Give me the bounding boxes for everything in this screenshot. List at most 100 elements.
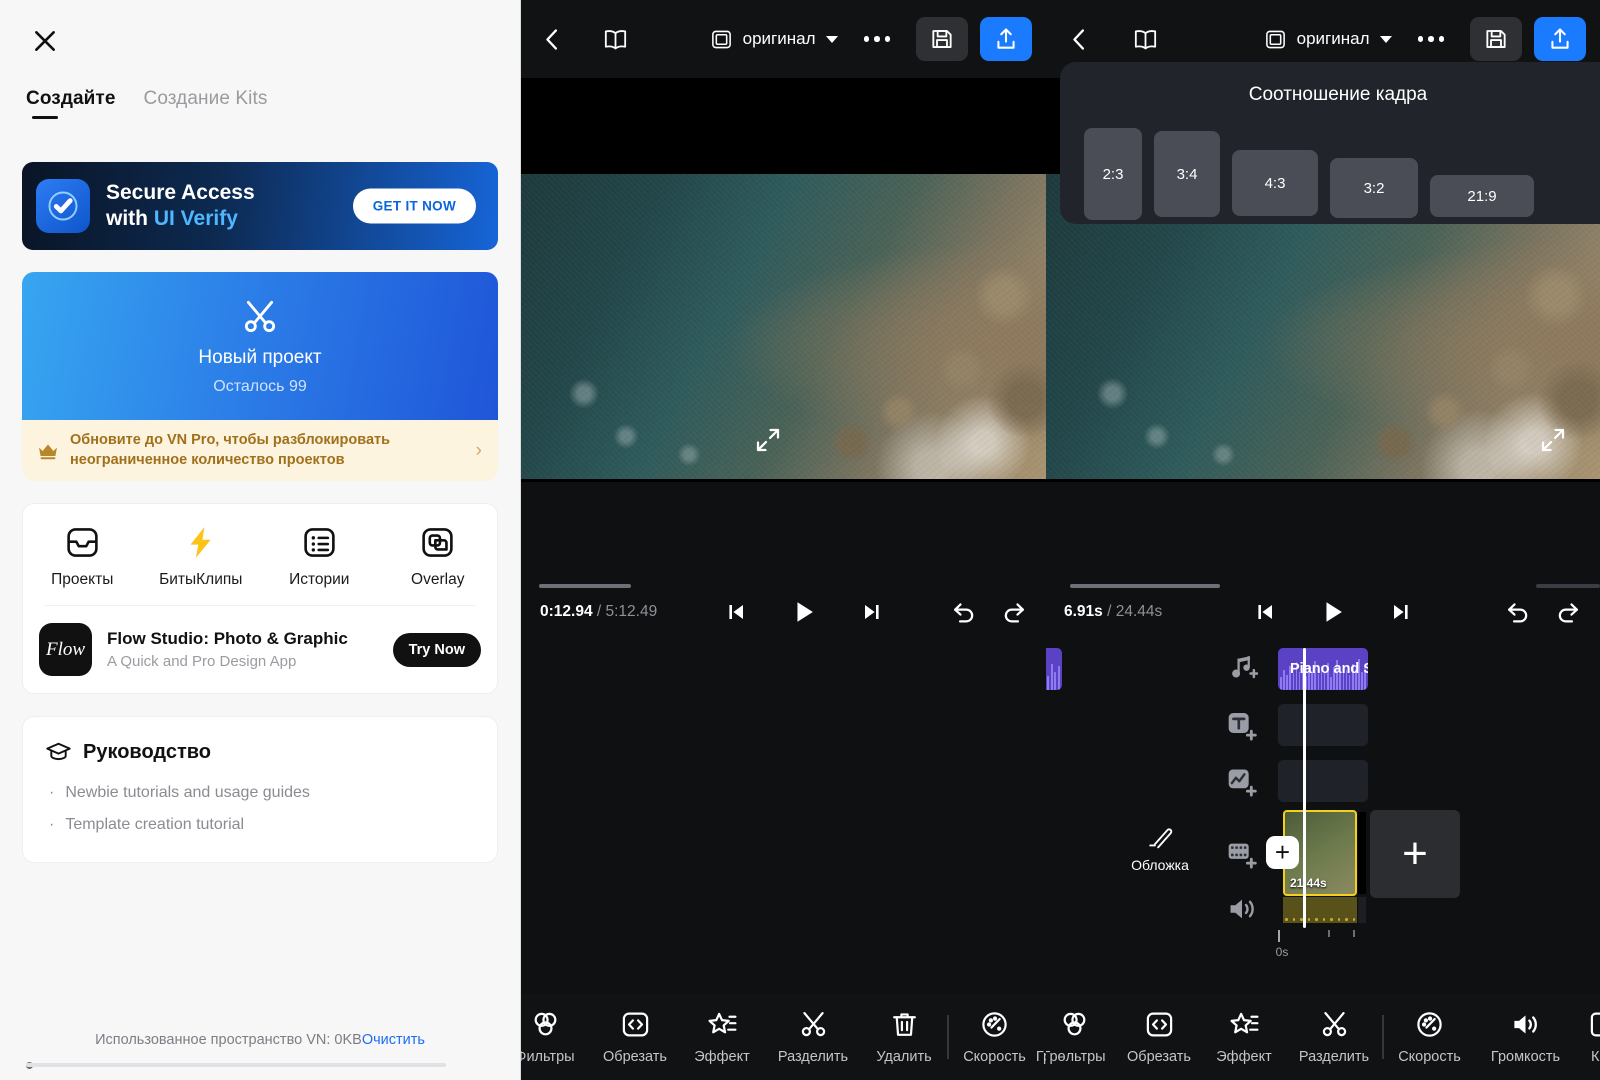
tool-crop[interactable]: Обрезать [591,1009,679,1065]
tab-create-kits[interactable]: Создание Kits [144,88,268,119]
aspect-option-3-4[interactable]: 3:4 [1154,131,1220,217]
clear-cache-link[interactable]: Очистить [362,1032,425,1048]
add-sticker-icon [1228,769,1257,797]
promo-banner[interactable]: Secure Access with UI Verify GET IT NOW [22,162,498,250]
playhead[interactable] [1303,648,1306,928]
promo-line-1: Secure Access [106,180,255,204]
audio-clip-name: Piano and S [1290,661,1368,677]
audio-clip-overflow[interactable] [1046,648,1062,690]
tool-split[interactable]: Разделить [1286,1009,1382,1065]
quick-action-projects[interactable]: Проекты [23,524,142,589]
expand-preview-button[interactable] [1538,425,1568,460]
undo-button[interactable] [1504,598,1532,626]
storage-used-text: Использованное пространство VN: 0KB [95,1032,362,1048]
tool-split[interactable]: Разделить [765,1009,861,1065]
tutorial-button[interactable] [1112,26,1178,53]
audio-clip[interactable]: Piano and S [1278,648,1368,690]
aspect-ratio-selector[interactable]: оригинал [1264,28,1392,51]
add-video-button[interactable] [1222,834,1262,872]
tool-effect[interactable]: Эффект [1202,1009,1286,1065]
tool-speed[interactable]: Скорость [1384,1009,1476,1065]
aspect-option-2-3[interactable]: 2:3 [1084,128,1142,220]
clip-gap [1358,812,1366,894]
timeline-ruler[interactable]: 0s [1276,930,1388,960]
undo-button[interactable] [950,598,978,626]
redo-button[interactable] [1554,598,1582,626]
tool-volume[interactable]: Громкость [1476,1009,1576,1065]
export-button[interactable] [1534,17,1586,61]
tool-filters[interactable]: Грөльтры [1046,1009,1116,1065]
tool-effect[interactable]: Эффект [679,1009,765,1065]
back-button[interactable] [1046,26,1112,53]
video-preview[interactable] [521,78,1046,482]
frame-icon [711,30,731,48]
tutorial-button[interactable] [583,26,647,53]
aspect-ratio-options: 2:3 3:4 4:3 3:2 21:9 [1060,128,1600,220]
insert-clip-left-button[interactable]: + [1266,836,1299,869]
quick-action-stories[interactable]: Истории [260,524,379,589]
skip-next-button[interactable] [1389,600,1413,624]
skip-next-icon [864,605,879,619]
add-music-button[interactable] [1222,650,1262,688]
close-icon [35,31,55,51]
save-button[interactable] [1470,17,1522,61]
home-indicator-bar [26,1063,446,1067]
redo-button[interactable] [1000,598,1028,626]
timeline-scroll-indicator[interactable] [1070,584,1220,588]
flow-studio-text: Flow Studio: Photo & Graphic A Quick and… [107,629,378,670]
export-upload-icon [1551,28,1569,49]
crop-icon [622,1012,648,1037]
tool-filters[interactable]: Фильтры [521,1009,591,1065]
guide-item[interactable]: · Template creation tutorial [45,816,475,834]
more-options-button[interactable] [863,36,890,42]
quick-action-overlay[interactable]: Overlay [379,524,498,589]
aspect-option-3-2[interactable]: 3:2 [1330,158,1418,218]
expand-preview-button[interactable] [753,425,783,460]
tool-effect-label: Эффект [694,1049,750,1065]
subtitle-track-placeholder[interactable] [1278,704,1368,746]
add-sticker-button[interactable] [1222,762,1262,800]
guide-header: Руководство [45,739,475,766]
tool-speed[interactable]: Скорость [949,1009,1041,1065]
split-scissors-icon [801,1012,825,1037]
new-project-button[interactable]: Новый проект Осталось 99 [22,272,498,420]
export-button[interactable] [980,17,1032,61]
aspect-ratio-selector[interactable]: оригинал [710,28,838,51]
flow-studio-try-button[interactable]: Try Now [392,632,481,667]
tool-delete[interactable]: Удалить [861,1009,947,1065]
vn-pro-upgrade-row[interactable]: Обновите до VN Pro, чтобы разблокировать… [22,420,498,482]
skip-previous-button[interactable] [1253,600,1277,624]
flow-studio-ad[interactable]: Flow Flow Studio: Photo & Graphic A Quic… [23,606,497,693]
quick-action-beatclips[interactable]: БитыКлипы [142,524,261,589]
tool-frame[interactable]: Кад [1576,1009,1600,1065]
cover-button[interactable]: Обложка [1116,824,1204,873]
play-button[interactable] [1319,598,1347,626]
chevron-down-icon [1379,35,1392,43]
timeline-scroll-indicator[interactable] [539,584,631,588]
tool-crop[interactable]: Обрезать [1116,1009,1202,1065]
tool-split-label: Разделить [777,1049,849,1065]
aspect-option-21-9[interactable]: 21:9 [1430,175,1534,217]
close-button[interactable] [26,22,64,60]
add-clip-button[interactable]: + [1370,810,1460,898]
more-options-button[interactable] [1417,36,1444,42]
aspect-option-4-3[interactable]: 4:3 [1232,150,1318,216]
track-volume-button[interactable] [1222,890,1262,928]
save-button[interactable] [916,17,968,61]
undo-icon [954,603,974,623]
lightning-icon [190,527,211,559]
add-video-icon [1228,843,1257,869]
add-text-button[interactable] [1222,706,1262,744]
play-button[interactable] [790,598,818,626]
sticker-track-placeholder[interactable] [1278,760,1368,802]
tab-create[interactable]: Создайте [26,88,116,119]
promo-cta-button[interactable]: GET IT NOW [352,188,476,224]
skip-next-button[interactable] [860,600,884,624]
back-button[interactable] [521,26,583,53]
promo-line-2-highlight: UI Verify [153,207,238,230]
skip-previous-button[interactable] [724,600,748,624]
guide-item[interactable]: · Newbie tutorials and usage guides [45,784,475,802]
aspect-ratio-popup-title: Соотношение кадра [1248,84,1428,105]
tool-split-label: Разделить [1298,1049,1370,1065]
filters-icon [534,1012,556,1036]
